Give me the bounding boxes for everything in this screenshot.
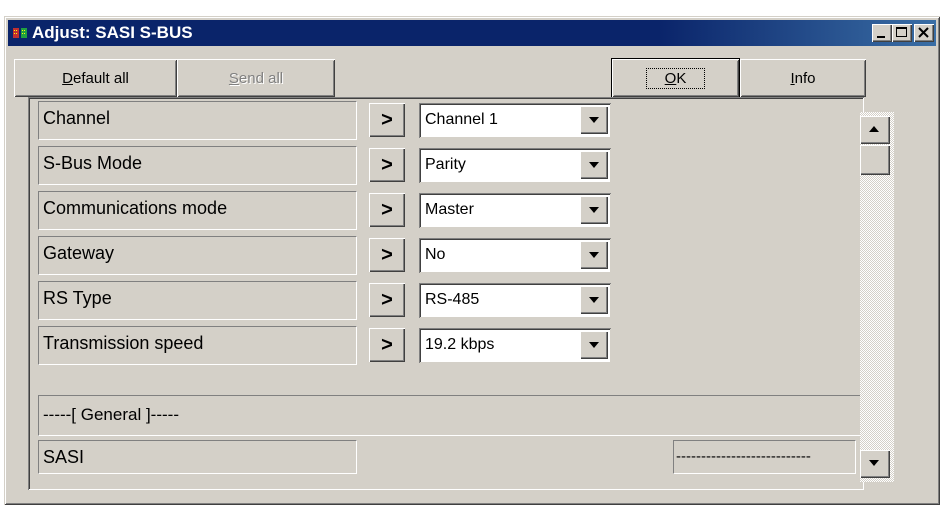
- dropdown-button[interactable]: [580, 196, 608, 224]
- setting-arrow-button-sbus-mode[interactable]: >: [369, 148, 405, 182]
- transmission-speed-value: 19.2 kbps: [425, 336, 495, 353]
- send-all-button[interactable]: Send all: [177, 59, 335, 97]
- setting-label-sbus-mode: S-Bus Mode: [38, 146, 357, 185]
- dropdown-button[interactable]: [580, 106, 608, 134]
- communications-mode-dropdown[interactable]: Master: [419, 193, 611, 228]
- setting-arrow-button-gateway[interactable]: >: [369, 238, 405, 272]
- settings-panel: Channel > Channel 1 S-Bus Mode > Parity …: [28, 97, 864, 490]
- chevron-down-icon: [589, 207, 599, 213]
- chevron-down-icon: [589, 162, 599, 168]
- dropdown-button[interactable]: [580, 151, 608, 179]
- arrow-up-icon: [869, 126, 879, 132]
- minimize-icon: [877, 36, 885, 38]
- gateway-dropdown[interactable]: No: [419, 238, 611, 273]
- sasi-value: ---------------------------: [673, 440, 856, 474]
- section-header-general: -----[ General ]-----: [38, 395, 864, 436]
- title-bar[interactable]: Adjust: SASI S-BUS: [8, 20, 936, 46]
- chevron-down-icon: [589, 252, 599, 258]
- setting-label-channel: Channel: [38, 101, 357, 140]
- dropdown-button[interactable]: [580, 286, 608, 314]
- close-icon: [918, 27, 929, 38]
- channel-value: Channel 1: [425, 111, 498, 128]
- scroll-thumb[interactable]: [860, 145, 890, 175]
- window-title: Adjust: SASI S-BUS: [32, 23, 193, 42]
- setting-label-rs-type: RS Type: [38, 281, 357, 320]
- minimize-button[interactable]: [872, 24, 892, 42]
- setting-label-communications-mode: Communications mode: [38, 191, 357, 230]
- send-all-label: Send all: [228, 69, 284, 87]
- arrow-down-icon: [869, 460, 879, 466]
- ok-button[interactable]: OK: [611, 58, 740, 98]
- transmission-speed-dropdown[interactable]: 19.2 kbps: [419, 328, 611, 363]
- sbus-mode-value: Parity: [425, 156, 466, 173]
- info-button[interactable]: Info: [740, 59, 866, 97]
- sbus-mode-dropdown[interactable]: Parity: [419, 148, 611, 183]
- setting-label-gateway: Gateway: [38, 236, 357, 275]
- vertical-scrollbar[interactable]: [860, 112, 894, 482]
- maximize-button[interactable]: [892, 24, 912, 42]
- communications-mode-value: Master: [425, 201, 474, 218]
- dropdown-button[interactable]: [580, 331, 608, 359]
- setting-arrow-button-channel[interactable]: >: [369, 103, 405, 137]
- setting-arrow-button-transmission-speed[interactable]: >: [369, 328, 405, 362]
- setting-arrow-button-communications-mode[interactable]: >: [369, 193, 405, 227]
- channel-dropdown[interactable]: Channel 1: [419, 103, 611, 138]
- dropdown-button[interactable]: [580, 241, 608, 269]
- setting-arrow-button-rs-type[interactable]: >: [369, 283, 405, 317]
- scroll-down-button[interactable]: [860, 450, 890, 478]
- info-label: Info: [790, 69, 816, 87]
- rs-type-value: RS-485: [425, 291, 480, 308]
- ok-label: OK: [645, 67, 706, 89]
- chevron-down-icon: [589, 117, 599, 123]
- default-all-button[interactable]: Default all: [14, 59, 177, 97]
- close-button[interactable]: [914, 24, 934, 42]
- chevron-down-icon: [589, 342, 599, 348]
- chevron-down-icon: [589, 297, 599, 303]
- gateway-value: No: [425, 246, 446, 263]
- app-icon: [13, 28, 27, 38]
- rs-type-dropdown[interactable]: RS-485: [419, 283, 611, 318]
- sasi-label: SASI: [38, 440, 357, 474]
- setting-label-transmission-speed: Transmission speed: [38, 326, 357, 365]
- maximize-icon: [896, 27, 907, 37]
- default-all-label: Default all: [62, 69, 129, 87]
- scroll-up-button[interactable]: [860, 116, 890, 144]
